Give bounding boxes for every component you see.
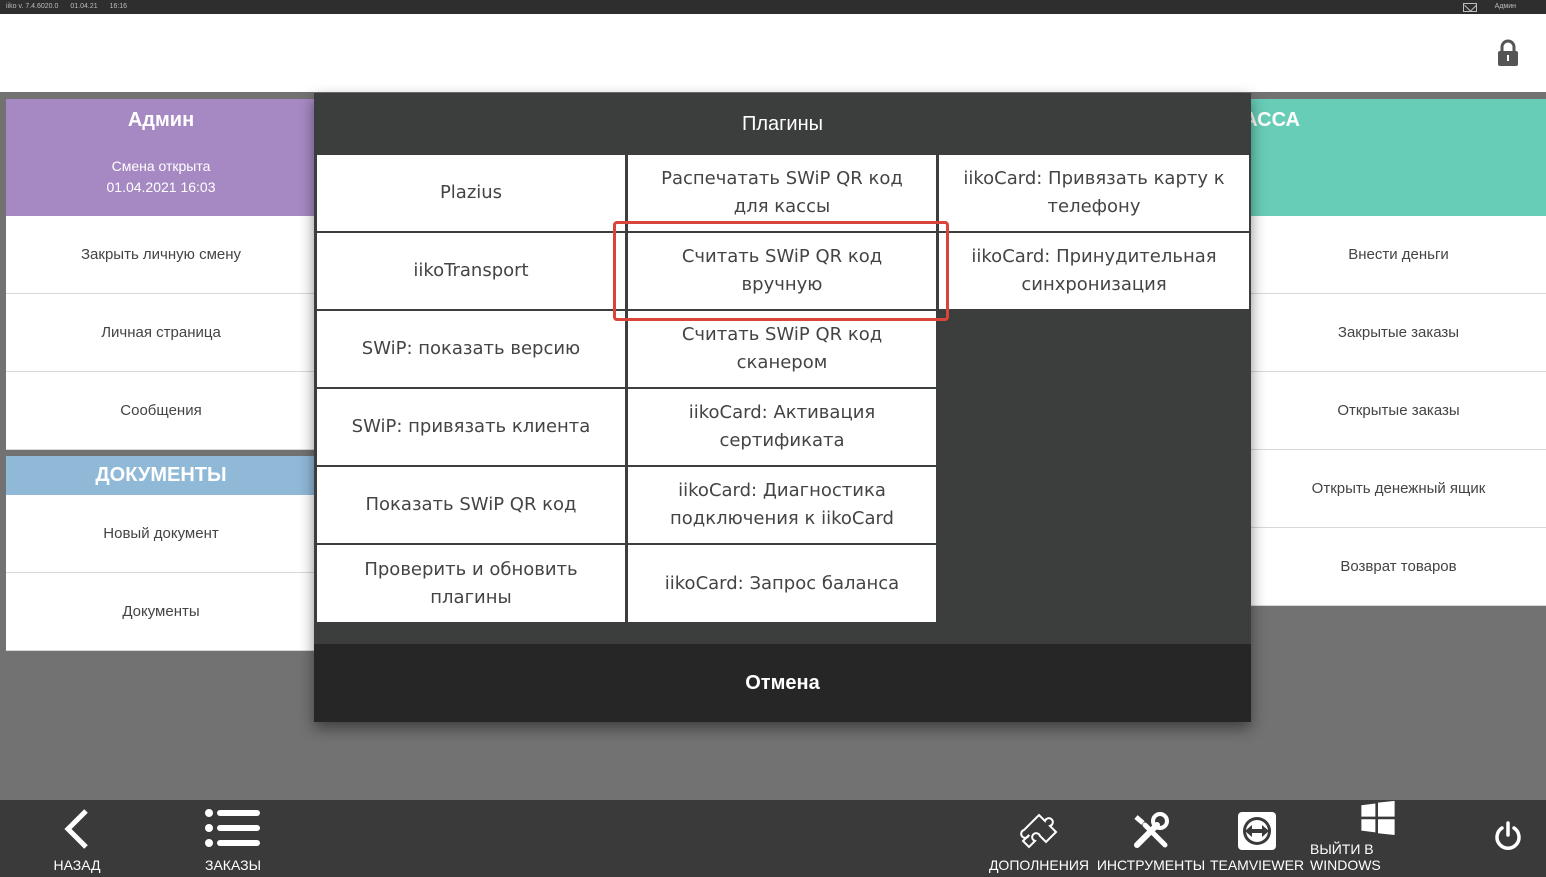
messages-button[interactable]: Сообщения: [6, 372, 316, 450]
plugin-swip-show-version[interactable]: SWiP: показать версию: [317, 311, 625, 387]
shift-status: Смена открыта: [111, 158, 211, 174]
plugin-swip-bind-client[interactable]: SWiP: привязать клиента: [317, 389, 625, 465]
status-user: Админ: [1494, 3, 1516, 10]
open-cash-drawer-button[interactable]: Открыть денежный ящик: [1251, 450, 1546, 528]
shift-datetime: 01.04.2021 16:03: [106, 179, 216, 195]
documents-button[interactable]: Документы: [6, 573, 316, 651]
plugin-plazius[interactable]: Plazius: [317, 155, 625, 231]
list-icon: [205, 809, 260, 847]
chevron-left-icon: [64, 809, 88, 849]
plugin-read-swip-qr-manual[interactable]: Считать SWiP QR код вручную: [628, 233, 936, 309]
bottom-bar: НАЗАД ЗАКАЗЫ ДОПОЛНЕНИЯ ИНСТРУМЕНТЫ TEAM…: [0, 800, 1546, 877]
header: [0, 14, 1546, 92]
plugin-iikocard-force-sync[interactable]: iikoCard: Принудительная синхронизация: [939, 233, 1249, 309]
plugin-iikocard-balance-request[interactable]: iikoCard: Запрос баланса: [628, 545, 936, 622]
cancel-button[interactable]: Отмена: [314, 644, 1251, 722]
documents-header: ДОКУМЕНТЫ: [6, 456, 316, 495]
power-button[interactable]: [1486, 800, 1530, 877]
plugin-show-swip-qr[interactable]: Показать SWiP QR код: [317, 467, 625, 543]
kassa-header: КАССА: [1251, 99, 1546, 216]
orders-label: ЗАКАЗЫ: [205, 857, 261, 873]
status-bar: iiko v. 7.4.6020.0 01.04.21 16:16 Админ: [0, 0, 1546, 14]
status-date: 01.04.21: [70, 3, 98, 10]
mail-icon[interactable]: [1462, 2, 1477, 12]
plugin-print-swip-qr[interactable]: Распечатать SWiP QR код для кассы: [628, 155, 936, 231]
closed-orders-button[interactable]: Закрытые заказы: [1251, 294, 1546, 372]
exit-windows-button[interactable]: ВЫЙТИ В WINDOWS: [1310, 800, 1446, 877]
tools-button[interactable]: ИНСТРУМЕНТЫ: [1096, 800, 1206, 877]
plugin-iikocard-diagnostics[interactable]: iikoCard: Диагностика подключения к iiko…: [628, 467, 936, 543]
plugin-iikocard-bind-card[interactable]: iikoCard: Привязать карту к телефону: [939, 155, 1249, 231]
tools-label: ИНСТРУМЕНТЫ: [1096, 857, 1206, 873]
plugin-iikotransport[interactable]: iikoTransport: [317, 233, 625, 309]
new-document-button[interactable]: Новый документ: [6, 495, 316, 573]
user-card: Админ Смена открыта 01.04.2021 16:03: [6, 99, 316, 216]
power-icon: [1495, 820, 1521, 850]
addons-button[interactable]: ДОПОЛНЕНИЯ: [988, 800, 1090, 877]
orders-button[interactable]: ЗАКАЗЫ: [196, 800, 270, 877]
lock-icon[interactable]: [1496, 39, 1520, 67]
close-personal-shift-button[interactable]: Закрыть личную смену: [6, 216, 316, 294]
exit-windows-label: ВЫЙТИ В WINDOWS: [1310, 841, 1381, 873]
addons-label: ДОПОЛНЕНИЯ: [988, 857, 1090, 873]
status-time: 16:16: [109, 3, 128, 10]
dialog-title: Плагины: [741, 112, 824, 135]
teamviewer-icon: [1238, 812, 1276, 850]
teamviewer-label: TEAMVIEWER: [1209, 857, 1305, 873]
kassa-header-label: КАССА: [1251, 109, 1300, 131]
open-orders-button[interactable]: Открытые заказы: [1251, 372, 1546, 450]
back-button[interactable]: НАЗАД: [40, 800, 114, 877]
tools-icon: [1134, 812, 1169, 848]
teamviewer-button[interactable]: TEAMVIEWER: [1209, 800, 1305, 877]
plugin-iikocard-activate-certificate[interactable]: iikoCard: Активация сертификата: [628, 389, 936, 465]
deposit-money-button[interactable]: Внести деньги: [1251, 216, 1546, 294]
return-goods-button[interactable]: Возврат товаров: [1251, 528, 1546, 606]
right-panel: КАССА Внести деньги Закрытые заказы Откр…: [1251, 99, 1546, 606]
personal-page-button[interactable]: Личная страница: [6, 294, 316, 372]
plugin-check-update-plugins[interactable]: Проверить и обновить плагины: [317, 545, 625, 622]
user-name: Админ: [127, 109, 195, 131]
back-label: НАЗАД: [53, 857, 101, 873]
app-version: iiko v. 7.4.6020.0: [6, 3, 59, 10]
puzzle-icon: [1020, 813, 1058, 849]
left-panel: Админ Смена открыта 01.04.2021 16:03 Зак…: [6, 99, 316, 651]
plugins-dialog: Плагины Plazius Распечатать SWiP QR код …: [314, 93, 1251, 722]
plugin-read-swip-qr-scanner[interactable]: Считать SWiP QR код сканером: [628, 311, 936, 387]
windows-icon: [1361, 800, 1395, 835]
